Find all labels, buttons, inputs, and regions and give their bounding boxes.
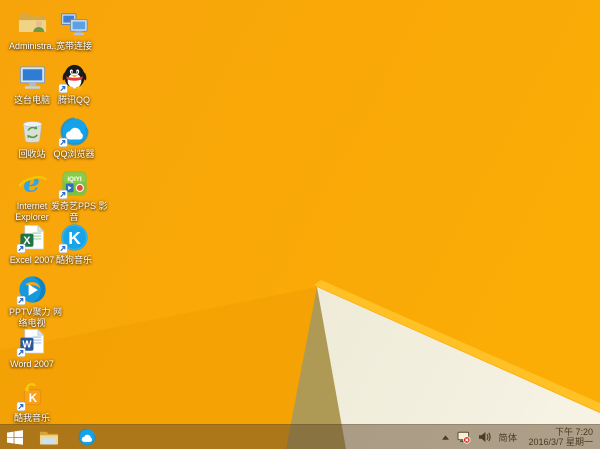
pps-icon: iQIYI	[58, 167, 91, 200]
desktop-icon-iqiyi-pps[interactable]: iQIYI 爱奇艺PPS 影音	[51, 167, 108, 222]
desktop-icon-label: Administra...	[9, 41, 60, 51]
word-icon: W	[16, 325, 49, 358]
desktop-icon-label: 这台电脑	[13, 95, 50, 105]
broadband-icon	[58, 7, 91, 40]
desktop-icon-kugou-music[interactable]: K 酷狗音乐	[51, 221, 97, 266]
kugou-icon: K	[58, 221, 91, 254]
volume-icon[interactable]	[478, 431, 492, 443]
desktop[interactable]: Administra... 宽带连接这台电脑 腾讯QQ 回收站 QQ浏览器 e Intern…	[0, 0, 600, 449]
desktop-icon-this-pc[interactable]: 这台电脑	[9, 61, 55, 106]
desktop-icon-label: 酷狗音乐	[55, 255, 92, 265]
start-button[interactable]	[0, 425, 30, 449]
show-hidden-icons-button[interactable]	[441, 434, 450, 441]
desktop-icon-kuwo-music[interactable]: K 酷我音乐	[9, 379, 55, 424]
svg-text:K: K	[68, 228, 81, 248]
desktop-icon-label: 宽带连接	[55, 41, 92, 51]
desktop-icon-label: Word 2007	[10, 359, 54, 369]
desktop-icon-recycle-bin[interactable]: 回收站	[9, 115, 55, 160]
network-disconnected-icon[interactable]	[457, 431, 471, 444]
windows-logo-icon	[7, 429, 23, 445]
svg-text:K: K	[28, 392, 37, 405]
desktop-icon-label: 酷我音乐	[13, 413, 50, 423]
input-method-indicator[interactable]: 简体	[498, 431, 517, 444]
desktop-icon-grid: Administra... 宽带连接这台电脑 腾讯QQ 回收站 QQ浏览器 e Intern…	[0, 0, 600, 449]
pptv-icon	[16, 273, 49, 306]
desktop-icon-label: Internet Explorer	[15, 201, 49, 222]
this-pc-icon	[16, 61, 49, 94]
svg-text:iQIYI: iQIYI	[67, 176, 82, 183]
desktop-icon-broadband-connection[interactable]: 宽带连接	[51, 7, 97, 52]
clock-date: 2016/3/7 星期一	[528, 437, 593, 447]
recycle-bin-icon	[16, 115, 49, 148]
desktop-icon-qq-browser[interactable]: QQ浏览器	[51, 115, 97, 160]
system-tray: 简体 下午 7:20 2016/3/7 星期一	[441, 427, 600, 447]
desktop-icon-label: 回收站	[18, 149, 46, 159]
desktop-icon-label: QQ浏览器	[53, 149, 95, 159]
taskbar-qq-browser-button[interactable]	[68, 425, 106, 449]
kuwo-icon: K	[16, 379, 49, 412]
desktop-icon-label: 腾讯QQ	[57, 95, 90, 105]
svg-text:e: e	[23, 167, 40, 198]
file-explorer-icon	[38, 428, 60, 447]
desktop-icon-tencent-qq[interactable]: 腾讯QQ	[51, 61, 97, 106]
user-folder-icon	[16, 7, 49, 40]
clock-time: 下午 7:20	[554, 427, 593, 437]
desktop-icon-internet-explorer[interactable]: e Internet Explorer	[9, 167, 55, 222]
desktop-icon-word-2007[interactable]: W Word 2007	[9, 325, 55, 370]
desktop-icon-label: Excel 2007	[9, 255, 55, 265]
taskbar: 简体 下午 7:20 2016/3/7 星期一	[0, 424, 600, 449]
desktop-icon-administrator-folder[interactable]: Administra...	[9, 7, 60, 52]
qq-browser-icon	[58, 115, 91, 148]
ie-icon: e	[16, 167, 49, 200]
desktop-icon-excel-2007[interactable]: X Excel 2007	[9, 221, 55, 266]
taskbar-clock[interactable]: 下午 7:20 2016/3/7 星期一	[524, 427, 593, 447]
qq-icon	[58, 61, 91, 94]
desktop-icon-label: 爱奇艺PPS 影音	[51, 201, 108, 222]
qq-browser-icon	[77, 427, 97, 447]
excel-icon: X	[16, 221, 49, 254]
taskbar-file-explorer-button[interactable]	[30, 425, 68, 449]
desktop-icon-pptv[interactable]: PPTV聚力 网络电视	[9, 273, 62, 328]
